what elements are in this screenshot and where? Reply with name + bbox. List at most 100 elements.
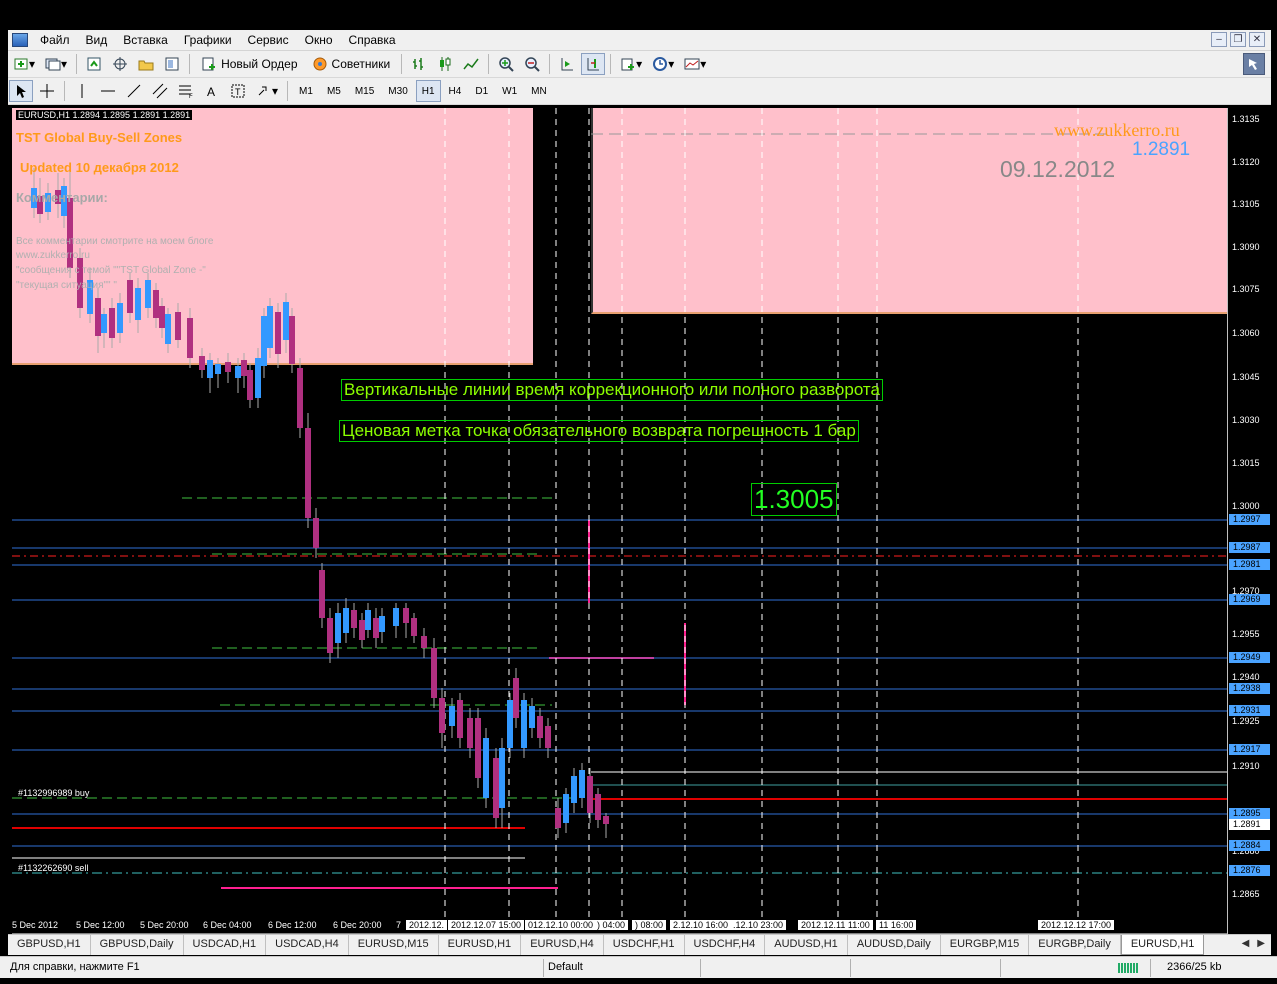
terminal-button[interactable] <box>134 53 158 75</box>
price-tick-label: 1.3105 <box>1232 199 1260 209</box>
cursor-button[interactable] <box>9 80 33 102</box>
vertical-line-time-tag: 2012.12.12 17:00 <box>1038 920 1115 930</box>
timeframe-m30[interactable]: M30 <box>382 80 413 102</box>
expert-advisors-button[interactable]: Советники <box>306 53 397 75</box>
help-mode-button[interactable] <box>1243 53 1265 75</box>
horizontal-line-button[interactable] <box>96 80 120 102</box>
zoom-in-icon <box>498 56 514 72</box>
chart-tab[interactable]: USDCHF,H1 <box>604 935 685 955</box>
menu-tools[interactable]: Сервис <box>240 31 297 49</box>
navigator-button[interactable] <box>108 53 132 75</box>
periods-button[interactable]: ▾ <box>648 53 678 75</box>
restore-icon[interactable]: ❐ <box>1230 32 1246 47</box>
crosshair-button[interactable] <box>35 80 59 102</box>
timeframe-d1[interactable]: D1 <box>469 80 494 102</box>
time-tick-label: 5 Dec 12:00 <box>76 920 125 930</box>
chart-tab[interactable]: USDCAD,H4 <box>266 935 349 955</box>
price-mark-value: 1.3005 <box>751 483 837 516</box>
candle-body <box>393 608 399 626</box>
menu-charts[interactable]: Графики <box>176 31 240 49</box>
candle-body <box>255 358 261 398</box>
profiles-button[interactable]: ▾ <box>41 53 71 75</box>
cursor-arrow-icon <box>13 83 29 99</box>
timeframe-m1[interactable]: M1 <box>293 80 319 102</box>
new-order-button[interactable]: Новый Ордер <box>195 53 303 75</box>
menu-file[interactable]: Файл <box>32 31 78 49</box>
timeframe-m15[interactable]: M15 <box>349 80 380 102</box>
zoom-out-button[interactable] <box>520 53 544 75</box>
chart-tab[interactable]: GBPUSD,Daily <box>91 935 184 955</box>
status-profile[interactable]: Default <box>548 961 583 973</box>
line-chart-button[interactable] <box>459 53 483 75</box>
price-tick-label: 1.3045 <box>1232 372 1260 382</box>
chart-tab[interactable]: GBPUSD,H1 <box>8 935 91 955</box>
minimize-icon[interactable]: – <box>1211 32 1227 47</box>
chart-window-icon[interactable] <box>12 33 28 47</box>
chart-tab[interactable]: AUDUSD,H1 <box>765 935 848 955</box>
price-tick-label: 1.2925 <box>1232 716 1260 726</box>
chart-tab[interactable]: AUDUSD,Daily <box>848 935 941 955</box>
time-axis[interactable]: 5 Dec 2012 5 Dec 12:00 5 Dec 20:00 6 Dec 04… <box>12 918 1227 934</box>
timeframe-h1[interactable]: H1 <box>415 80 441 102</box>
candle-body <box>319 570 325 618</box>
chart-shift-button[interactable] <box>581 53 606 75</box>
chart-tab[interactable]: USDCAD,H1 <box>184 935 267 955</box>
new-chart-icon <box>13 56 29 72</box>
text-label-button[interactable]: T <box>226 80 250 102</box>
candle-body <box>207 360 213 378</box>
price-level-tag: 1.2981 <box>1229 559 1270 570</box>
timeframe-m5[interactable]: M5 <box>321 80 347 102</box>
candle-body <box>411 618 417 636</box>
equidistant-channel-button[interactable] <box>148 80 172 102</box>
vertical-line-time-tag: 012.12.10 00:00 <box>525 920 597 930</box>
tab-prev-icon[interactable]: ◀ <box>1242 938 1250 949</box>
sell-order-label[interactable]: #1132262690 sell <box>18 863 88 873</box>
market-watch-button[interactable] <box>82 53 106 75</box>
chart-tab[interactable]: EURUSD,H1 <box>1120 935 1205 955</box>
tab-navigation: ◀ ▶ <box>1242 938 1265 949</box>
price-mark-note: Ценовая метка точка обязательного возвра… <box>339 420 859 442</box>
chart-tab[interactable]: EURGBP,Daily <box>1029 935 1121 955</box>
timeframe-w1[interactable]: W1 <box>496 80 523 102</box>
chart-header: EURUSD,H1 1.2894 1.2895 1.2891 1.2891 <box>16 110 193 120</box>
templates-button[interactable]: ▾ <box>680 53 710 75</box>
menu-help[interactable]: Справка <box>341 31 404 49</box>
tab-next-icon[interactable]: ▶ <box>1257 938 1265 949</box>
chart-tab[interactable]: EURUSD,M15 <box>349 935 439 955</box>
chart-tab[interactable]: USDCHF,H4 <box>685 935 766 955</box>
candle-body <box>199 356 205 370</box>
new-chart-button[interactable]: ▾ <box>9 53 39 75</box>
arrows-button[interactable]: ▾ <box>252 80 282 102</box>
timeframe-mn[interactable]: MN <box>525 80 553 102</box>
bar-chart-button[interactable] <box>407 53 431 75</box>
menu-window[interactable]: Окно <box>297 31 341 49</box>
chart-tab[interactable]: EURUSD,H1 <box>439 935 522 955</box>
comments-title: Комментарии: <box>16 190 108 205</box>
timeframe-h4[interactable]: H4 <box>443 80 468 102</box>
chart-tab[interactable]: EURUSD,H4 <box>521 935 604 955</box>
chart-tab[interactable]: EURGBP,M15 <box>941 935 1030 955</box>
toolbar-separator <box>76 54 78 74</box>
autoscroll-button[interactable] <box>555 53 579 75</box>
crosshair-move-icon <box>112 56 128 72</box>
price-axis[interactable]: 1.3135 1.3120 1.3105 1.3090 1.3075 1.3060 1.30… <box>1227 108 1271 934</box>
vertical-line-button[interactable] <box>70 80 94 102</box>
menu-insert[interactable]: Вставка <box>115 31 176 49</box>
date-label: 09.12.2012 <box>1000 156 1116 182</box>
indicators-button[interactable]: ▾ <box>616 53 646 75</box>
buy-order-label[interactable]: #1132996989 buy <box>18 788 89 798</box>
price-tick-label: 1.3090 <box>1232 242 1260 252</box>
price-tick-label: 1.3015 <box>1232 458 1260 468</box>
tester-button[interactable] <box>160 53 184 75</box>
zoom-in-button[interactable] <box>494 53 518 75</box>
close-icon[interactable]: ✕ <box>1249 32 1265 47</box>
text-button[interactable]: A <box>200 80 224 102</box>
candle-body <box>571 776 577 803</box>
candle-chart-button[interactable] <box>433 53 457 75</box>
price-level-tag: 1.2969 <box>1229 594 1270 605</box>
candle-body <box>499 748 505 808</box>
menu-view[interactable]: Вид <box>78 31 116 49</box>
price-chart[interactable]: EURUSD,H1 1.2894 1.2895 1.2891 1.2891 TS… <box>12 108 1227 934</box>
fibonacci-button[interactable]: F <box>174 80 198 102</box>
trendline-button[interactable] <box>122 80 146 102</box>
